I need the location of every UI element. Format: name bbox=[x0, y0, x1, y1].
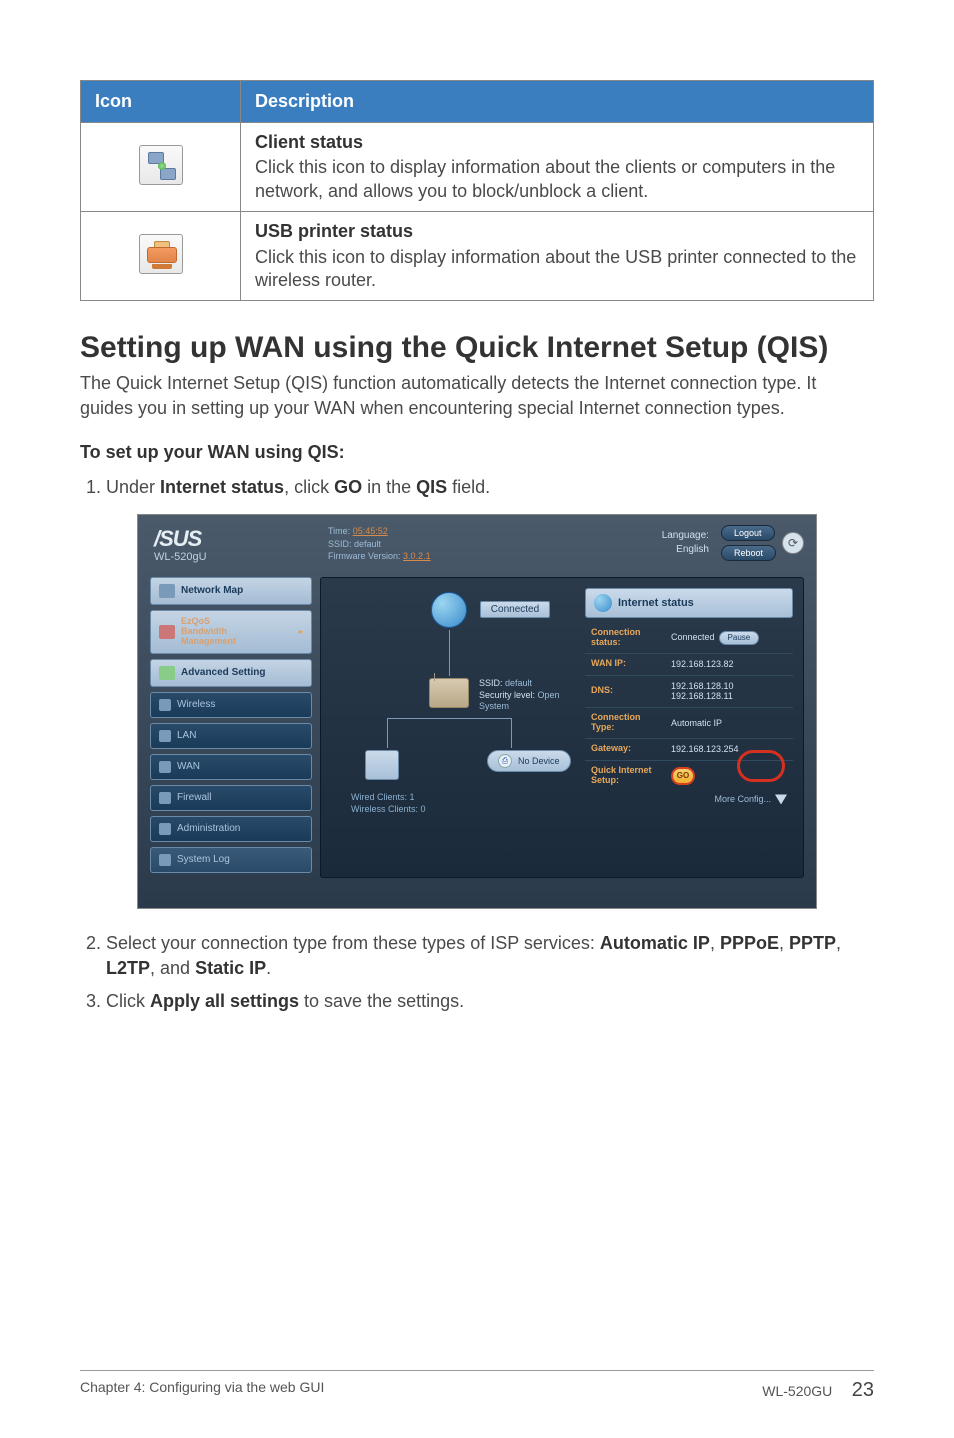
router-icon[interactable] bbox=[429, 678, 469, 708]
pause-button[interactable]: Pause bbox=[719, 631, 760, 645]
router-ui-screenshot: /SUS WL-520gU Time: 05:45:52 SSID: defau… bbox=[137, 514, 817, 908]
status-row-gateway: Gateway: 192.168.123.254 bbox=[585, 739, 793, 761]
internet-status-panel: Internet status Connection status: Conne… bbox=[585, 588, 793, 867]
row-title: USB printer status bbox=[255, 220, 859, 243]
brand-logo: /SUS bbox=[154, 529, 310, 549]
sidebar-item-firewall[interactable]: Firewall bbox=[150, 785, 312, 811]
status-row-type: Connection Type: Automatic IP bbox=[585, 708, 793, 739]
step-1: Under Internet status, click GO in the Q… bbox=[106, 475, 874, 500]
language-area: Language: English bbox=[662, 529, 709, 557]
status-header: Internet status bbox=[585, 588, 793, 618]
steps-list: Under Internet status, click GO in the Q… bbox=[80, 475, 874, 500]
reboot-button[interactable]: Reboot bbox=[721, 545, 776, 561]
status-row-connection: Connection status: ConnectedPause bbox=[585, 623, 793, 654]
sidebar-item-systemlog[interactable]: System Log bbox=[150, 847, 312, 873]
section-lead: The Quick Internet Setup (QIS) function … bbox=[80, 371, 874, 420]
more-config-link[interactable]: More Config... bbox=[585, 790, 793, 804]
sidebar-item-lan[interactable]: LAN bbox=[150, 723, 312, 749]
steps-list-continued: Select your connection type from these t… bbox=[80, 931, 874, 1015]
procedure-heading: To set up your WAN using QIS: bbox=[80, 442, 874, 463]
ezqos-icon bbox=[159, 625, 175, 639]
table-header-description: Description bbox=[241, 81, 874, 123]
sidebar-item-wireless[interactable]: Wireless bbox=[150, 692, 312, 718]
status-row-qis: Quick Internet Setup: GO bbox=[585, 761, 793, 791]
footer-model: WL-520GU bbox=[762, 1383, 832, 1399]
status-row-dns: DNS: 192.168.128.10192.168.128.11 bbox=[585, 676, 793, 709]
sidebar-item-administration[interactable]: Administration bbox=[150, 816, 312, 842]
row-title: Client status bbox=[255, 131, 859, 154]
reboot-icon[interactable]: ⟳ bbox=[782, 532, 804, 554]
connection-status-badge: Connected bbox=[480, 601, 550, 618]
model-label: WL-520gU bbox=[154, 551, 310, 563]
table-row: Client status Click this icon to display… bbox=[81, 123, 874, 212]
client-counts: Wired Clients: 1 Wireless Clients: 0 bbox=[351, 792, 426, 815]
icon-cell-printer bbox=[81, 212, 241, 301]
advanced-icon bbox=[159, 666, 175, 680]
footer-page-number: 23 bbox=[852, 1379, 874, 1401]
footer-chapter: Chapter 4: Configuring via the web GUI bbox=[80, 1379, 324, 1402]
logout-button[interactable]: Logout bbox=[721, 525, 775, 541]
internet-globe-icon[interactable] bbox=[431, 592, 467, 628]
network-map-icon bbox=[159, 584, 175, 598]
usb-printer-status-icon bbox=[139, 234, 183, 274]
sidebar-item-wan[interactable]: WAN bbox=[150, 754, 312, 780]
clients-icon[interactable] bbox=[365, 750, 399, 780]
row-desc: Click this icon to display information a… bbox=[255, 156, 859, 203]
section-title: Setting up WAN using the Quick Internet … bbox=[80, 331, 874, 365]
icon-cell-client bbox=[81, 123, 241, 212]
network-map-diagram: Connected SSID: default Security level: … bbox=[331, 588, 575, 867]
client-status-icon bbox=[139, 145, 183, 185]
header-info: Time: 05:45:52 SSID: default Firmware Ve… bbox=[328, 525, 644, 563]
usb-icon: ⎙ bbox=[498, 754, 512, 768]
status-row-wanip: WAN IP: 192.168.123.82 bbox=[585, 654, 793, 676]
page-footer: Chapter 4: Configuring via the web GUI W… bbox=[80, 1370, 874, 1402]
sidebar-ezqos[interactable]: EzQoS Bandwidth Management ▸ bbox=[150, 610, 312, 654]
sidebar: Network Map EzQoS Bandwidth Management ▸… bbox=[150, 577, 312, 878]
usb-device-badge[interactable]: ⎙ No Device bbox=[487, 750, 571, 772]
table-row: USB printer status Click this icon to di… bbox=[81, 212, 874, 301]
sidebar-advanced[interactable]: Advanced Setting bbox=[150, 659, 312, 687]
sidebar-network-map[interactable]: Network Map bbox=[150, 577, 312, 605]
globe-icon bbox=[594, 594, 612, 612]
step-2: Select your connection type from these t… bbox=[106, 931, 874, 981]
logo-area: /SUS WL-520gU bbox=[150, 525, 310, 569]
qis-go-button[interactable]: GO bbox=[671, 767, 695, 785]
main-panel: Connected SSID: default Security level: … bbox=[320, 577, 804, 878]
row-desc: Click this icon to display information a… bbox=[255, 246, 859, 293]
icon-description-table: Icon Description Client status Click thi… bbox=[80, 80, 874, 301]
chevron-down-icon bbox=[775, 794, 787, 804]
table-header-icon: Icon bbox=[81, 81, 241, 123]
step-3: Click Apply all settings to save the set… bbox=[106, 989, 874, 1014]
